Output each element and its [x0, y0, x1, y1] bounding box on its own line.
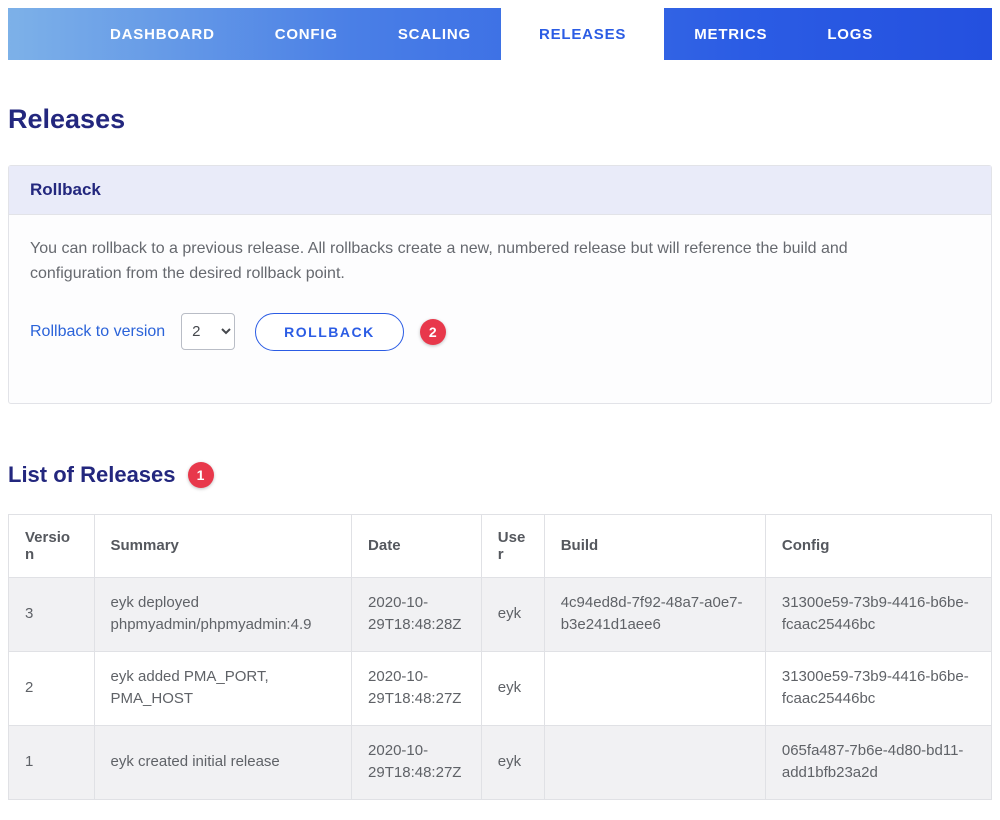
table-header-row: Version Summary Date User Build Config — [8, 513, 993, 578]
col-header-build: Build — [543, 513, 766, 578]
cell-config: 065fa487-7b6e-4d80-bd11-add1bfb23a2d — [764, 724, 993, 800]
cell-date: 2020-10-29T18:48:27Z — [351, 650, 482, 726]
cell-date: 2020-10-29T18:48:27Z — [351, 724, 482, 800]
top-nav: DASHBOARD CONFIG SCALING RELEASES METRIC… — [8, 8, 992, 60]
cell-date: 2020-10-29T18:48:28Z — [351, 576, 482, 652]
releases-section-title-text: List of Releases — [8, 461, 176, 487]
rollback-card-body: You can rollback to a previous release. … — [9, 215, 991, 403]
cell-config: 31300e59-73b9-4416-b6be-fcaac25446bc — [764, 650, 993, 726]
cell-build: 4c94ed8d-7f92-48a7-a0e7-b3e241d1aee6 — [543, 576, 766, 652]
nav-scaling[interactable]: SCALING — [368, 8, 501, 60]
cell-version: 2 — [8, 650, 95, 726]
col-header-user: User — [480, 513, 545, 578]
rollback-card-header: Rollback — [9, 166, 991, 215]
page-container: DASHBOARD CONFIG SCALING RELEASES METRIC… — [0, 0, 1000, 820]
nav-config[interactable]: CONFIG — [245, 8, 368, 60]
cell-build — [543, 650, 766, 726]
cell-summary: eyk created initial release — [93, 724, 353, 800]
cell-user: eyk — [480, 576, 545, 652]
cell-user: eyk — [480, 724, 545, 800]
table-row: 2 eyk added PMA_PORT, PMA_HOST 2020-10-2… — [8, 650, 993, 726]
page-title: Releases — [8, 104, 126, 134]
rollback-card: Rollback You can rollback to a previous … — [8, 165, 992, 404]
table-row: 3 eyk deployed phpmyadmin/phpmyadmin:4.9… — [8, 576, 993, 652]
annotation-badge-1: 1 — [187, 461, 214, 488]
nav-dashboard[interactable]: DASHBOARD — [80, 8, 245, 60]
rollback-button[interactable]: ROLLBACK — [255, 312, 404, 351]
cell-user: eyk — [480, 650, 545, 726]
table-row: 1 eyk created initial release 2020-10-29… — [8, 724, 993, 800]
nav-logs[interactable]: LOGS — [797, 8, 903, 60]
nav-metrics[interactable]: METRICS — [664, 8, 797, 60]
releases-table: Version Summary Date User Build Config 3… — [8, 513, 993, 800]
nav-releases[interactable]: RELEASES — [500, 8, 665, 60]
annotation-badge-2: 2 — [419, 318, 446, 345]
rollback-description: You can rollback to a previous release. … — [30, 240, 848, 282]
cell-config: 31300e59-73b9-4416-b6be-fcaac25446bc — [764, 576, 993, 652]
cell-build — [543, 724, 766, 800]
cell-version: 1 — [8, 724, 95, 800]
releases-section-title: List of Releases 1 — [8, 461, 992, 488]
col-header-date: Date — [351, 513, 482, 578]
col-header-summary: Summary — [93, 513, 353, 578]
col-header-config: Config — [764, 513, 993, 578]
col-header-version: Version — [8, 513, 95, 578]
cell-summary: eyk added PMA_PORT, PMA_HOST — [93, 650, 353, 726]
rollback-controls: Rollback to version 2 ROLLBACK 2 — [30, 312, 970, 351]
rollback-version-select[interactable]: 2 — [181, 313, 236, 351]
rollback-version-label: Rollback to version — [30, 322, 166, 340]
cell-summary: eyk deployed phpmyadmin/phpmyadmin:4.9 — [93, 576, 353, 652]
cell-version: 3 — [8, 576, 95, 652]
